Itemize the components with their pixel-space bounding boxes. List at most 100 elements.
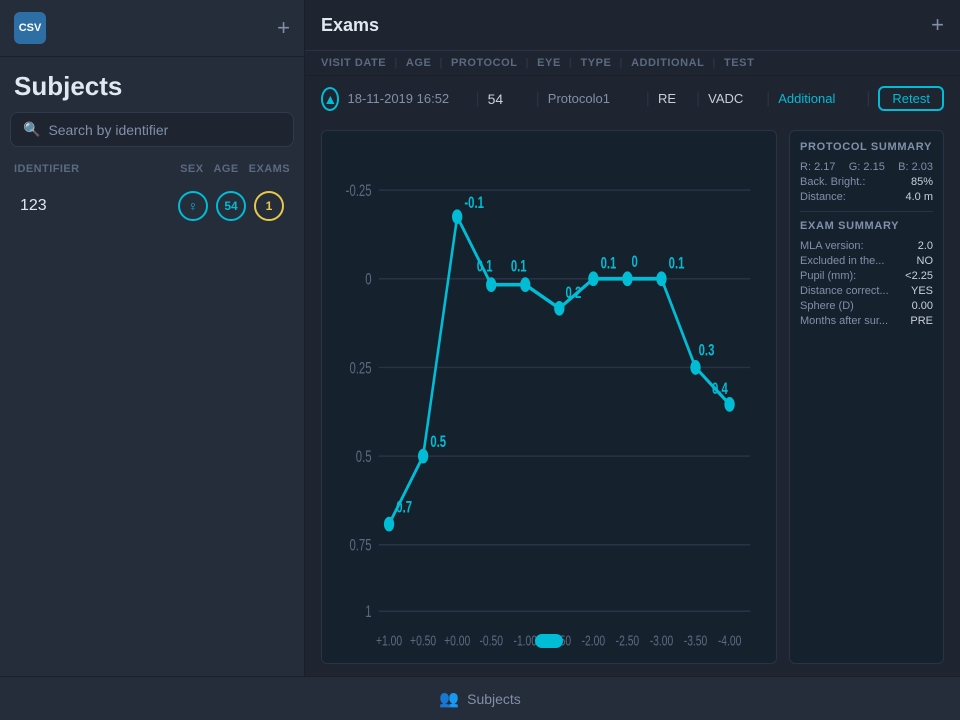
sidebar: CSV + Subjects 🔍 IDENTIFIER SEX AGE EXAM… <box>0 0 305 676</box>
exam-vadc: VADC <box>708 91 758 106</box>
sphere-value: 0.00 <box>912 300 933 312</box>
additional-header: ADDITIONAL <box>631 57 704 69</box>
bottom-bar-label: Subjects <box>467 691 521 707</box>
main-add-button[interactable]: + <box>931 12 944 38</box>
svg-text:0.75: 0.75 <box>349 536 371 555</box>
app-logo: CSV <box>14 12 46 44</box>
back-bright-label: Back. Bright.: <box>800 176 865 188</box>
visit-date-header: VISIT DATE <box>321 57 386 69</box>
svg-text:+0.50: +0.50 <box>410 631 436 648</box>
dist-correct-value: YES <box>911 285 933 297</box>
exam-protocol: Protocolo1 <box>548 91 638 106</box>
exams-column-headers: VISIT DATE | AGE | PROTOCOL | EYE | TYPE… <box>305 51 960 76</box>
chart-svg: -0.25 0 0.25 0.5 0.75 1 +1.00 +0.50 +0.0… <box>322 131 776 663</box>
svg-text:0.1: 0.1 <box>601 253 617 272</box>
dist-correct-row: Distance correct... YES <box>800 285 933 297</box>
months-value: PRE <box>910 315 933 327</box>
svg-text:+0.00: +0.00 <box>444 631 470 648</box>
mla-value: 2.0 <box>918 240 933 252</box>
svg-text:0.7: 0.7 <box>396 497 412 516</box>
b-label: B: 2.03 <box>898 161 933 173</box>
pupil-row: Pupil (mm): <2.25 <box>800 270 933 282</box>
expand-button[interactable]: ▲ <box>321 87 339 111</box>
search-icon: 🔍 <box>23 121 40 138</box>
sidebar-title: Subjects <box>0 57 304 112</box>
chart-navigator[interactable] <box>535 634 563 653</box>
excluded-label: Excluded in the... <box>800 255 884 267</box>
subject-age-icon: 54 <box>216 191 246 221</box>
svg-text:0.4: 0.4 <box>712 379 728 398</box>
svg-text:0.5: 0.5 <box>356 447 372 466</box>
exam-eye: RE <box>658 91 688 106</box>
back-bright-value: 85% <box>911 176 933 188</box>
subjects-table-header: IDENTIFIER SEX AGE EXAMS <box>0 159 304 181</box>
type-header: TYPE <box>580 57 611 69</box>
excluded-value: NO <box>917 255 934 267</box>
exam-summary-title: EXAM SUMMARY <box>800 220 933 232</box>
chart-section: -0.25 0 0.25 0.5 0.75 1 +1.00 +0.50 +0.0… <box>305 122 960 676</box>
protocol-header: PROTOCOL <box>451 57 518 69</box>
exams-column-header: EXAMS <box>249 163 290 175</box>
svg-text:-2.50: -2.50 <box>616 631 640 648</box>
search-input[interactable] <box>48 122 281 138</box>
age-column-header: AGE <box>214 163 239 175</box>
search-box: 🔍 <box>10 112 294 147</box>
subject-sex-icon: ♀ <box>178 191 208 221</box>
svg-text:0.3: 0.3 <box>699 341 715 360</box>
bottom-bar: 👥 Subjects <box>0 676 960 720</box>
svg-text:-3.00: -3.00 <box>650 631 674 648</box>
retest-button[interactable]: Retest <box>878 86 944 111</box>
sphere-row: Sphere (D) 0.00 <box>800 300 933 312</box>
distance-value: 4.0 m <box>905 191 933 203</box>
mla-label: MLA version: <box>800 240 864 252</box>
sidebar-header: CSV + <box>0 0 304 57</box>
r-label: R: 2.17 <box>800 161 835 173</box>
svg-text:0.1: 0.1 <box>669 253 685 272</box>
distance-row: Distance: 4.0 m <box>800 191 933 203</box>
sphere-label: Sphere (D) <box>800 300 854 312</box>
svg-text:-2.00: -2.00 <box>582 631 606 648</box>
chart-container: -0.25 0 0.25 0.5 0.75 1 +1.00 +0.50 +0.0… <box>321 130 777 664</box>
age-header: AGE <box>406 57 432 69</box>
protocol-panel: PROTOCOL SUMMARY R: 2.17 G: 2.15 B: 2.03… <box>789 130 944 664</box>
eye-header: EYE <box>537 57 561 69</box>
main-panel: Exams + VISIT DATE | AGE | PROTOCOL | EY… <box>305 0 960 676</box>
dist-correct-label: Distance correct... <box>800 285 889 297</box>
sex-column-header: SEX <box>180 163 203 175</box>
subject-identifier: 123 <box>20 197 178 215</box>
main-title: Exams <box>321 15 379 36</box>
svg-text:0.1: 0.1 <box>477 256 493 275</box>
chart-nav-dot <box>535 634 563 648</box>
test-header: TEST <box>724 57 754 69</box>
protocol-rgb-row: R: 2.17 G: 2.15 B: 2.03 <box>800 161 933 173</box>
svg-text:0.5: 0.5 <box>430 432 446 451</box>
svg-text:-1.00: -1.00 <box>514 631 538 648</box>
svg-text:-0.50: -0.50 <box>479 631 503 648</box>
svg-text:-0.1: -0.1 <box>464 193 484 212</box>
sidebar-add-button[interactable]: + <box>277 17 290 39</box>
subject-icons: ♀ 54 1 <box>178 191 284 221</box>
distance-label: Distance: <box>800 191 846 203</box>
exam-date: 18-11-2019 16:52 <box>347 91 467 106</box>
svg-text:-4.00: -4.00 <box>718 631 742 648</box>
exam-row: ▲ 18-11-2019 16:52 | 54 | Protocolo1 | R… <box>305 76 960 122</box>
svg-text:-0.25: -0.25 <box>346 181 372 200</box>
svg-text:0: 0 <box>632 252 638 271</box>
svg-text:+1.00: +1.00 <box>376 631 402 648</box>
mla-row: MLA version: 2.0 <box>800 240 933 252</box>
svg-text:0.1: 0.1 <box>511 256 527 275</box>
g-label: G: 2.15 <box>849 161 885 173</box>
subject-row[interactable]: 123 ♀ 54 1 <box>6 181 298 231</box>
svg-text:-3.50: -3.50 <box>684 631 708 648</box>
pupil-value: <2.25 <box>905 270 933 282</box>
svg-text:0.25: 0.25 <box>349 358 371 377</box>
identifier-column-header: IDENTIFIER <box>14 163 180 175</box>
excluded-row: Excluded in the... NO <box>800 255 933 267</box>
svg-text:0: 0 <box>365 270 371 289</box>
protocol-summary-title: PROTOCOL SUMMARY <box>800 141 933 153</box>
exam-additional: Additional <box>778 91 858 106</box>
months-row: Months after sur... PRE <box>800 315 933 327</box>
subjects-icon: 👥 <box>439 689 459 709</box>
svg-text:1: 1 <box>365 602 371 621</box>
exam-age: 54 <box>488 91 528 107</box>
